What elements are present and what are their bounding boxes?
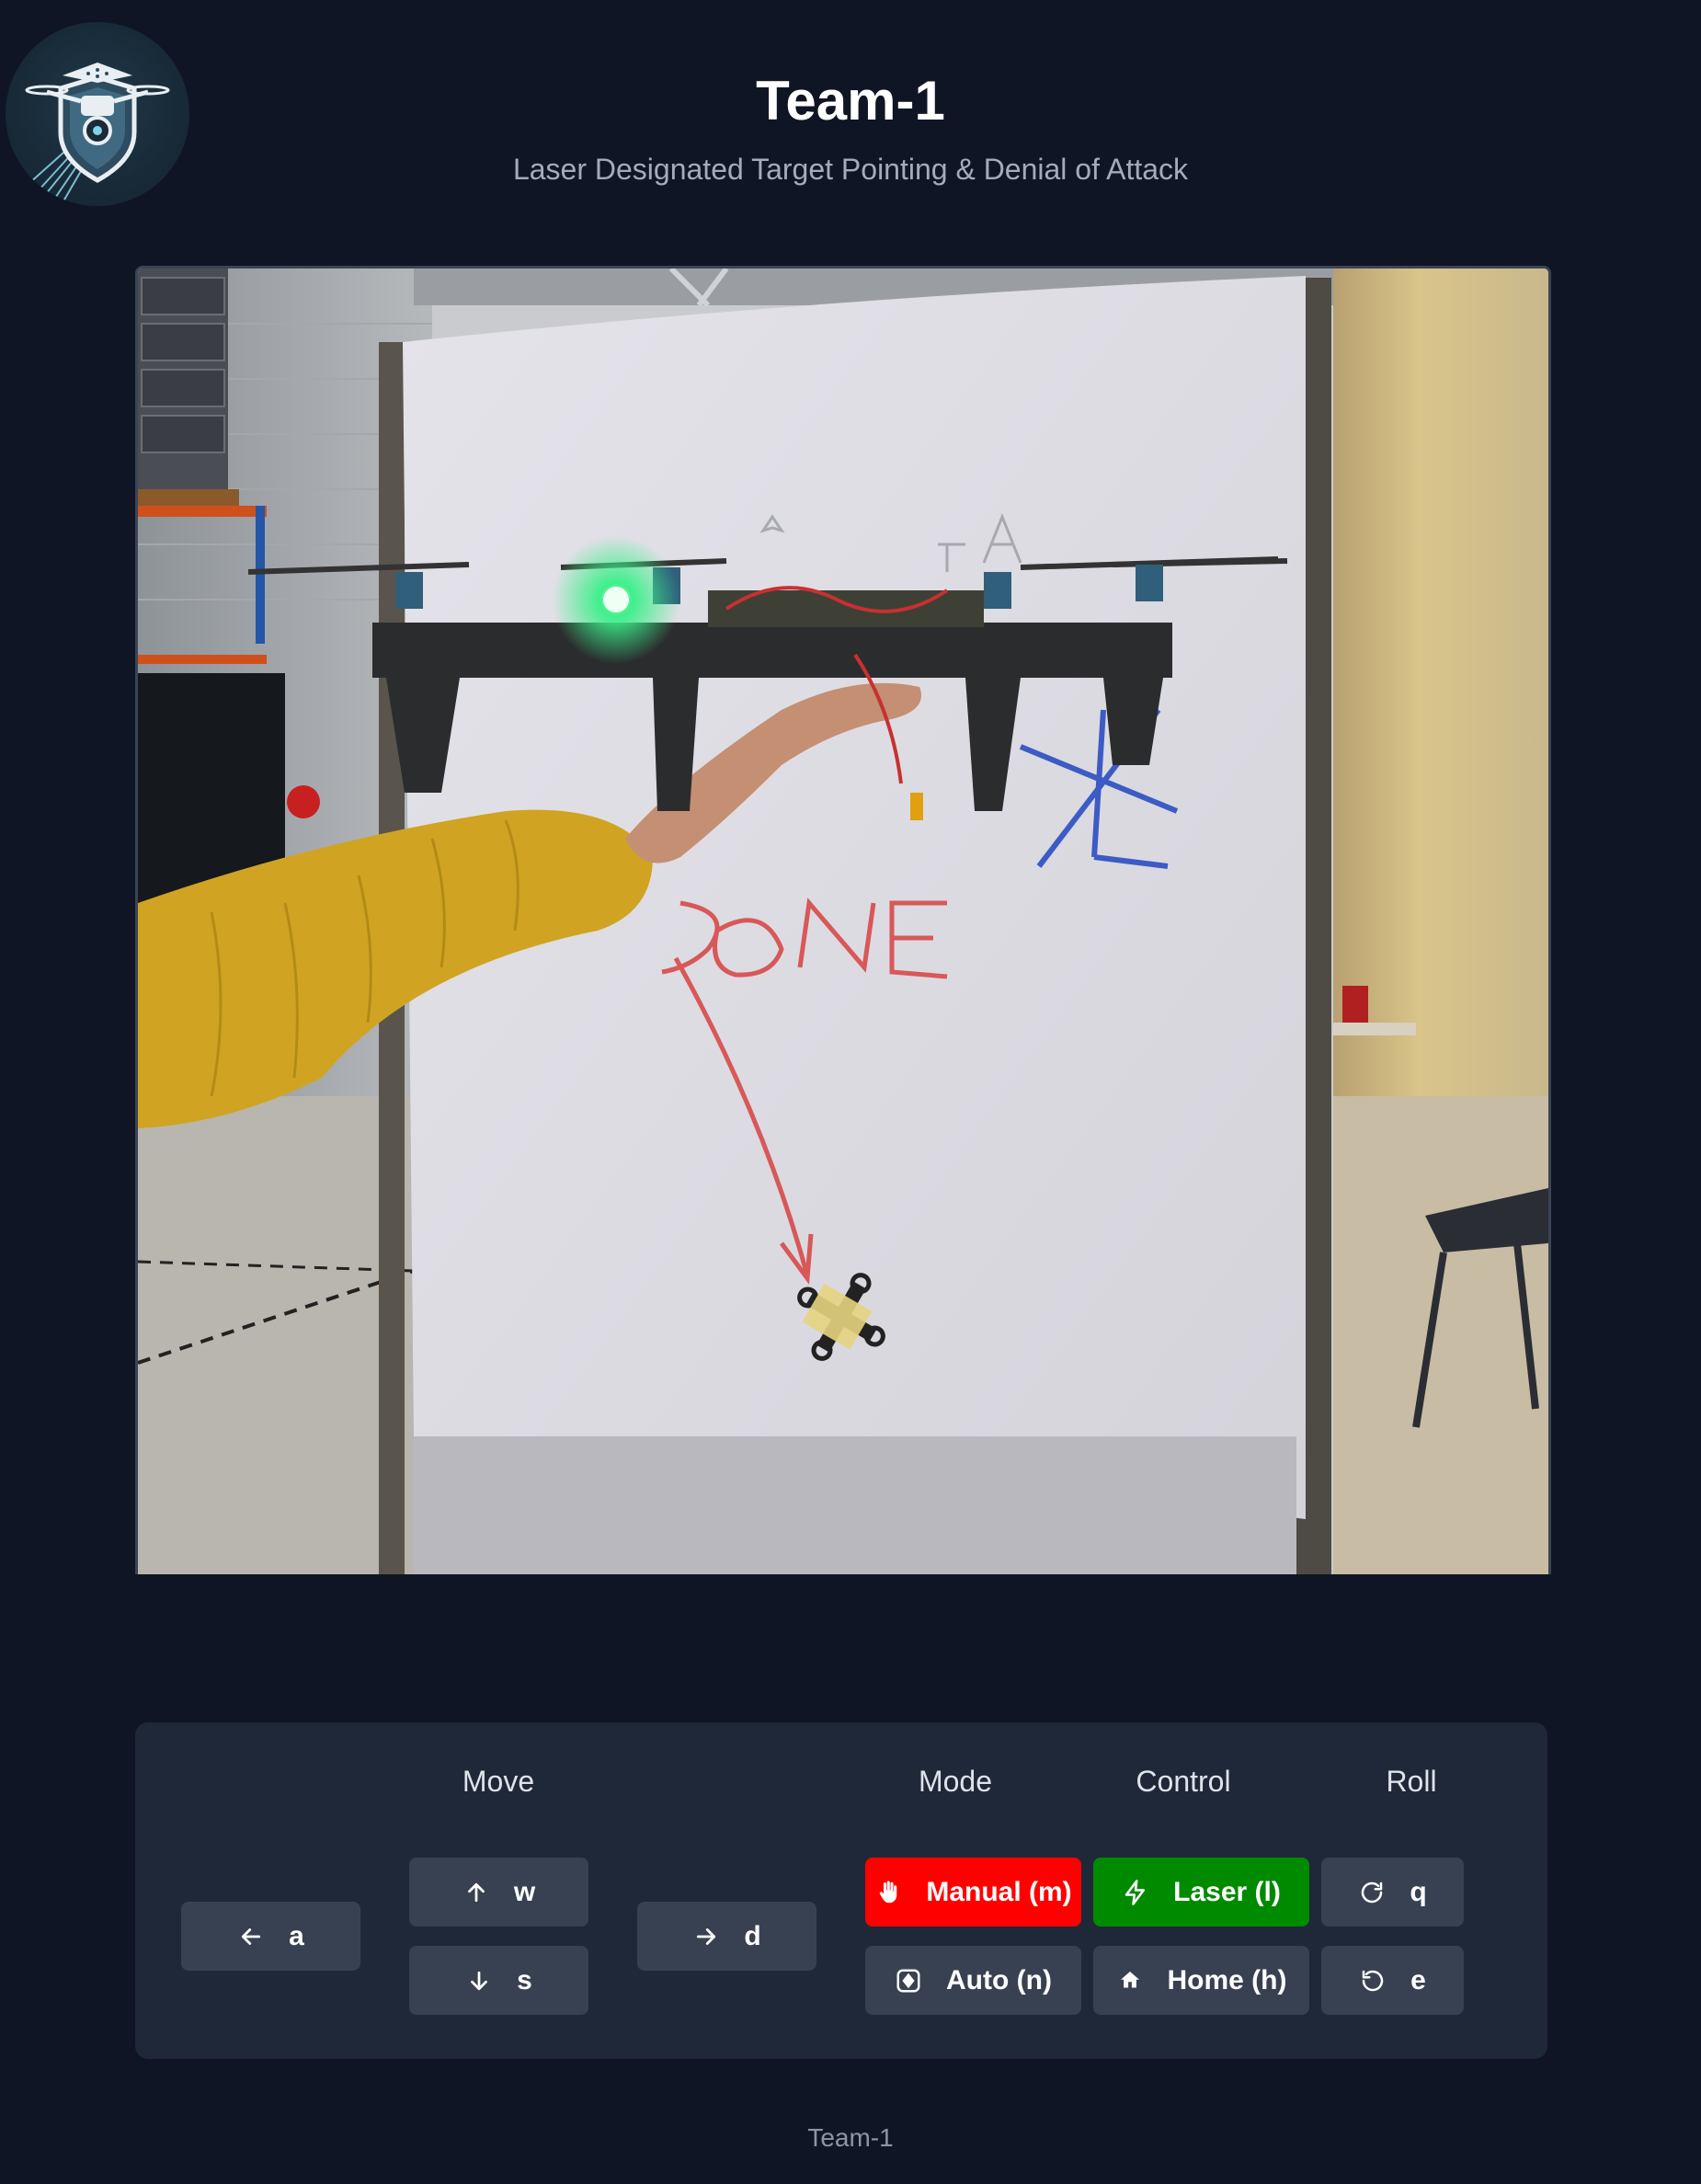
home-icon bbox=[1116, 1967, 1144, 1995]
control-group-label: Control bbox=[1136, 1765, 1231, 1798]
arrow-up-icon bbox=[462, 1879, 490, 1906]
move-down-button[interactable]: s bbox=[409, 1946, 588, 2015]
move-left-key: a bbox=[289, 1920, 304, 1951]
rotate-counterclockwise-icon bbox=[1359, 1967, 1387, 1995]
page-subtitle: Laser Designated Target Pointing & Denia… bbox=[512, 153, 1189, 186]
rotate-clockwise-icon bbox=[1358, 1879, 1386, 1906]
mode-group-label: Mode bbox=[918, 1765, 993, 1798]
manual-mode-button[interactable]: Manual (m) bbox=[865, 1858, 1081, 1927]
move-up-button[interactable]: w bbox=[409, 1858, 588, 1927]
auto-icon bbox=[895, 1967, 922, 1995]
camera-feed bbox=[135, 266, 1551, 1574]
move-left-button[interactable]: a bbox=[181, 1902, 360, 1971]
roll-clockwise-button[interactable]: q bbox=[1321, 1858, 1464, 1927]
laser-control-label: Laser (l) bbox=[1173, 1876, 1281, 1907]
page-title: Team-1 bbox=[756, 70, 945, 131]
control-panel: Move Mode Control Roll a w s d Manual (m… bbox=[135, 1722, 1547, 2059]
manual-mode-label: Manual (m) bbox=[926, 1876, 1072, 1907]
move-right-button[interactable]: d bbox=[637, 1902, 816, 1971]
move-down-key: s bbox=[517, 1964, 532, 1995]
move-right-key: d bbox=[744, 1920, 761, 1951]
laser-control-button[interactable]: Laser (l) bbox=[1093, 1858, 1309, 1927]
hand-icon bbox=[874, 1879, 902, 1906]
arrow-left-icon bbox=[237, 1923, 265, 1950]
footer-text: Team-1 bbox=[807, 2123, 894, 2152]
roll-group-label: Roll bbox=[1386, 1765, 1437, 1798]
auto-mode-button[interactable]: Auto (n) bbox=[865, 1946, 1081, 2015]
auto-mode-label: Auto (n) bbox=[946, 1964, 1052, 1995]
roll-counterclockwise-button[interactable]: e bbox=[1321, 1946, 1464, 2015]
roll-counterclockwise-key: e bbox=[1410, 1964, 1426, 1995]
home-control-button[interactable]: Home (h) bbox=[1093, 1946, 1309, 2015]
lightning-icon bbox=[1122, 1879, 1149, 1906]
arrow-right-icon bbox=[692, 1923, 720, 1950]
move-group-label: Move bbox=[462, 1765, 535, 1798]
move-up-key: w bbox=[513, 1876, 536, 1907]
home-control-label: Home (h) bbox=[1167, 1964, 1287, 1995]
roll-clockwise-key: q bbox=[1410, 1876, 1427, 1907]
arrow-down-icon bbox=[465, 1967, 493, 1995]
